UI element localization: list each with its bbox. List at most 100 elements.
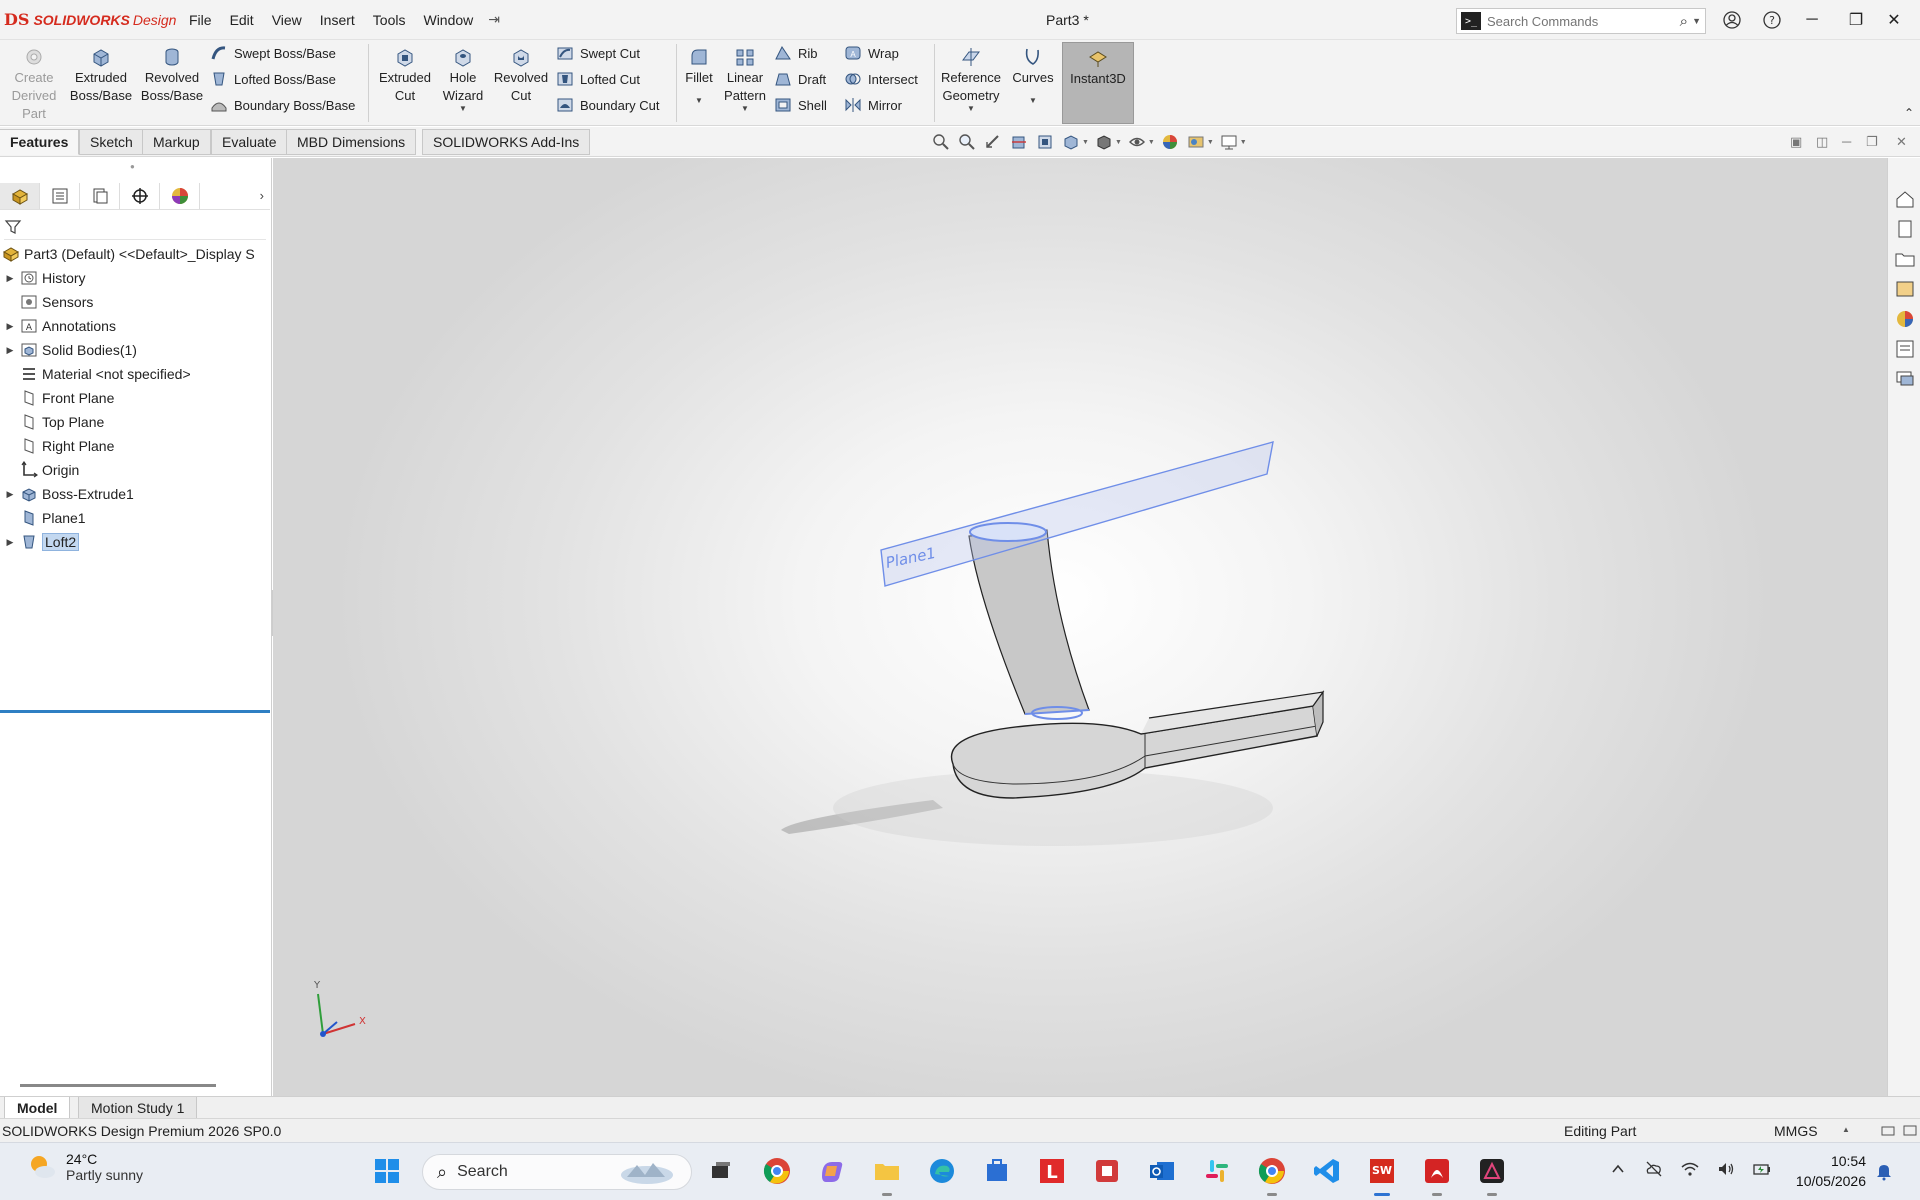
onedrive-offline-icon[interactable] (1644, 1159, 1664, 1179)
tab-features[interactable]: Features (0, 129, 80, 155)
apply-scene-dropdown-icon[interactable]: ▼ (1207, 139, 1214, 146)
viewport-minimize-icon[interactable]: ─ (1842, 134, 1851, 149)
search-dropdown-icon[interactable]: ▼ (1692, 16, 1701, 26)
rollback-bar[interactable] (0, 710, 270, 713)
custom-properties-icon[interactable] (1894, 338, 1916, 360)
tree-item-history[interactable]: ▶ History (0, 266, 270, 290)
tab-model[interactable]: Model (4, 1097, 71, 1119)
show-hidden-icons-chevron[interactable] (1608, 1159, 1628, 1179)
dimxpert-manager-tab[interactable] (120, 182, 160, 209)
extruded-boss-base-button[interactable]: Extruded Boss/Base (66, 42, 136, 105)
tree-item-boss-extrude1[interactable]: ▶ Boss-Extrude1 (0, 482, 270, 506)
hole-wizard-dropdown-icon[interactable]: ▼ (459, 105, 467, 113)
tree-item-right-plane[interactable]: Right Plane (0, 434, 270, 458)
tab-solidworks-add-ins[interactable]: SOLIDWORKS Add-Ins (422, 129, 591, 155)
taskbar-outlook[interactable] (1145, 1154, 1179, 1188)
horizontal-scrollbar[interactable] (20, 1084, 216, 1087)
taskbar-chrome-profile[interactable] (1255, 1154, 1289, 1196)
solidworks-resources-icon[interactable] (1894, 188, 1916, 210)
graphics-area[interactable]: Plane1 Y X (273, 158, 1887, 1096)
curves-button[interactable]: Curves ▼ (1008, 42, 1058, 105)
fillet-dropdown-icon[interactable]: ▼ (695, 97, 703, 105)
design-library-icon[interactable] (1894, 218, 1916, 240)
hide-show-dropdown-icon[interactable]: ▼ (1148, 139, 1155, 146)
expand-arrow-icon[interactable]: ▶ (0, 489, 20, 500)
notification-bell-icon[interactable] (1874, 1161, 1894, 1181)
edit-appearance-icon[interactable] (1161, 133, 1179, 151)
view-settings-dropdown-icon[interactable]: ▼ (1240, 139, 1247, 146)
taskbar-copilot[interactable] (815, 1154, 849, 1188)
solidworks-logo[interactable]: DS SOLIDWORKS Design (0, 0, 180, 40)
forum-icon[interactable] (1894, 368, 1916, 390)
curves-dropdown-icon[interactable]: ▼ (1029, 97, 1037, 105)
hide-show-items-icon[interactable] (1128, 133, 1146, 151)
rebuild-status-icon[interactable] (1880, 1123, 1896, 1139)
intersect-button[interactable]: Intersect (844, 68, 918, 90)
dynamic-annotation-views-icon[interactable] (1036, 133, 1054, 151)
lofted-boss-base-button[interactable]: Lofted Boss/Base (210, 68, 336, 90)
shell-button[interactable]: Shell (774, 94, 827, 116)
taskbar-store[interactable] (980, 1154, 1014, 1188)
boundary-cut-button[interactable]: Boundary Cut (556, 94, 660, 116)
configuration-manager-tab[interactable] (80, 182, 120, 209)
taskbar-edge[interactable] (925, 1154, 959, 1188)
tree-root-part[interactable]: Part3 (Default) <<Default>_Display S (0, 242, 270, 266)
tree-item-sensors[interactable]: Sensors (0, 290, 270, 314)
loft-top-profile[interactable] (969, 522, 1047, 542)
appearances-icon[interactable] (1894, 308, 1916, 330)
section-view-icon[interactable] (1010, 133, 1028, 151)
file-explorer-icon[interactable] (1894, 248, 1916, 270)
viewport-tile-icon[interactable]: ◫ (1816, 134, 1828, 150)
swept-cut-button[interactable]: Swept Cut (556, 42, 640, 64)
volume-icon[interactable] (1716, 1159, 1736, 1179)
start-button[interactable] (370, 1154, 404, 1188)
taskbar-solidworks[interactable]: SW (1365, 1154, 1399, 1196)
linear-pattern-button[interactable]: Linear Pattern ▼ (718, 42, 772, 113)
swept-boss-base-button[interactable]: Swept Boss/Base (210, 42, 336, 64)
tree-item-solid-bodies[interactable]: ▶ Solid Bodies(1) (0, 338, 270, 362)
system-clock[interactable]: 10:54 10/05/2026 (1786, 1151, 1866, 1191)
viewport-split-icon[interactable]: ▣ (1790, 134, 1802, 150)
menu-view[interactable]: View (263, 12, 311, 28)
boundary-boss-base-button[interactable]: Boundary Boss/Base (210, 94, 355, 116)
viewport-close-icon[interactable]: ✕ (1896, 134, 1907, 150)
tree-item-loft2[interactable]: ▶ Loft2 (0, 530, 270, 554)
revolved-boss-base-button[interactable]: Revolved Boss/Base (136, 42, 208, 105)
tree-item-plane1[interactable]: Plane1 (0, 506, 270, 530)
tab-markup[interactable]: Markup (142, 129, 211, 155)
tree-item-annotations[interactable]: ▶ A Annotations (0, 314, 270, 338)
taskbar-vscode[interactable] (1310, 1154, 1344, 1188)
collapse-ribbon-icon[interactable]: ⌃ (1904, 106, 1914, 120)
tree-item-material[interactable]: Material <not specified> (0, 362, 270, 386)
tree-filter[interactable] (4, 214, 266, 240)
expand-arrow-icon[interactable]: ▶ (0, 273, 20, 284)
wrap-button[interactable]: A Wrap (844, 42, 899, 64)
taskbar-search-box[interactable]: ⌕ Search (422, 1154, 692, 1190)
tooltip-toggle-icon[interactable] (1902, 1123, 1918, 1139)
menu-insert[interactable]: Insert (311, 12, 364, 28)
battery-charging-icon[interactable] (1752, 1159, 1772, 1179)
view-settings-icon[interactable] (1220, 133, 1238, 151)
previous-view-icon[interactable] (984, 133, 1002, 151)
plane1-preview[interactable] (880, 441, 1274, 587)
user-account-icon[interactable] (1712, 0, 1752, 40)
instant3d-button[interactable]: Instant3D (1062, 42, 1134, 124)
taskbar-task-view[interactable] (704, 1154, 738, 1188)
taskbar-acrobat[interactable] (1420, 1154, 1454, 1196)
extruded-cut-button[interactable]: Extruded Cut (374, 42, 436, 105)
reference-geometry-button[interactable]: Reference Geometry ▼ (936, 42, 1006, 113)
featuremanager-tree-tab[interactable] (0, 182, 40, 209)
menu-tools[interactable]: Tools (364, 12, 415, 28)
linear-pattern-dropdown-icon[interactable]: ▼ (741, 105, 749, 113)
view-orientation-icon[interactable] (1062, 133, 1080, 151)
taskbar-app-l[interactable]: L (1035, 1154, 1069, 1188)
taskbar-file-explorer[interactable] (870, 1154, 904, 1196)
view-orientation-dropdown-icon[interactable]: ▼ (1082, 139, 1089, 146)
help-icon[interactable]: ? (1752, 0, 1792, 40)
view-palette-icon[interactable] (1894, 278, 1916, 300)
close-window-button[interactable]: ✕ (1874, 0, 1914, 40)
wifi-icon[interactable] (1680, 1159, 1700, 1179)
menu-window[interactable]: Window (414, 12, 482, 28)
lofted-cut-button[interactable]: Lofted Cut (556, 68, 640, 90)
weather-widget[interactable]: 24°C Partly sunny (26, 1151, 143, 1183)
